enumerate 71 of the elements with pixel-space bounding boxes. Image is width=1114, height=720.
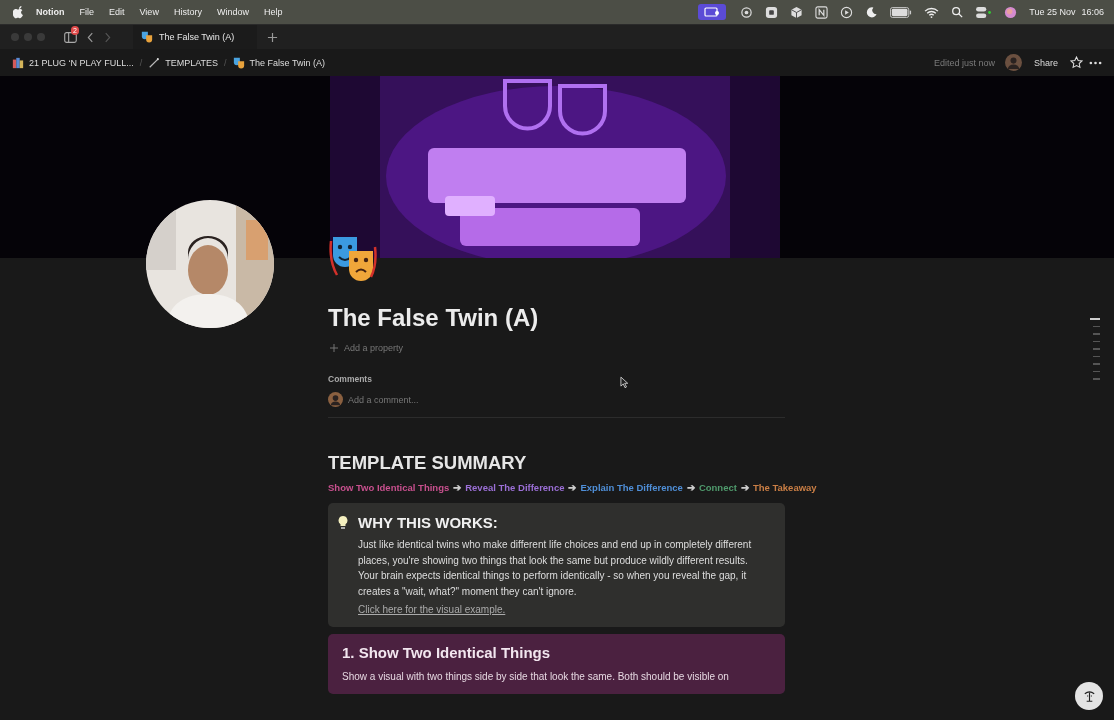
section-title: 1. Show Two Identical Things bbox=[342, 644, 552, 661]
outline-marker[interactable] bbox=[1093, 348, 1100, 350]
wifi-icon[interactable] bbox=[924, 6, 940, 18]
pointer-icon bbox=[620, 376, 629, 389]
wand-icon bbox=[148, 56, 161, 69]
menu-item[interactable]: Notion bbox=[36, 7, 65, 17]
menu-item[interactable]: Help bbox=[263, 7, 283, 17]
section-text: Show a visual with two things side by side that look the same. Both should be visible on bbox=[342, 670, 730, 684]
star-icon[interactable] bbox=[1070, 56, 1083, 69]
menu-bar-time[interactable]: 16:06 bbox=[1081, 7, 1104, 17]
avatar-icon[interactable] bbox=[1004, 54, 1022, 71]
lightbulb-icon bbox=[338, 515, 348, 530]
share-button[interactable]: Share bbox=[1027, 55, 1064, 70]
menu-item[interactable]: View bbox=[139, 7, 159, 17]
flower-icon[interactable] bbox=[740, 5, 754, 19]
arrow-separator: ➔ bbox=[686, 482, 695, 493]
outline-marker[interactable] bbox=[1093, 363, 1100, 365]
outline-marker[interactable] bbox=[1093, 333, 1100, 335]
outline-marker[interactable] bbox=[1093, 370, 1100, 372]
masks-icon bbox=[232, 56, 245, 69]
menu-item[interactable]: Edit bbox=[109, 7, 125, 17]
browser-tab[interactable]: The False Twin (A) bbox=[133, 25, 257, 49]
outline-marker[interactable] bbox=[1093, 378, 1100, 380]
step-link[interactable]: Explain The Difference bbox=[580, 482, 683, 493]
menu-item[interactable]: Window bbox=[216, 7, 249, 17]
step-link[interactable]: The Takeaway bbox=[752, 482, 817, 493]
avatar-icon bbox=[328, 392, 343, 407]
edited-status: Edited just now bbox=[933, 57, 995, 68]
callout-text: Just like identical twins who make different life choices and end up in completely different places, you're showing two things that look the same but produce wildly different results. Your brain expects identical things to perform identically - so when you reveal the gap, it creates a "wait, what?" moment they can't ignore. bbox=[358, 538, 753, 599]
step-link[interactable]: Connect bbox=[698, 482, 737, 493]
plus-icon bbox=[330, 344, 338, 352]
colorful-blocks-icon bbox=[12, 56, 24, 69]
moon-icon[interactable] bbox=[865, 5, 879, 19]
app-icon[interactable] bbox=[765, 5, 779, 19]
control-center-icon[interactable] bbox=[975, 5, 993, 19]
notion-icon[interactable] bbox=[815, 5, 829, 19]
breadcrumb-separator: / bbox=[139, 57, 143, 68]
section-heading: TEMPLATE SUMMARY bbox=[328, 452, 528, 474]
breadcrumb-separator: / bbox=[224, 57, 227, 68]
outline-marker[interactable] bbox=[1093, 325, 1100, 327]
breadcrumb[interactable]: The False Twin (A) bbox=[232, 56, 325, 69]
breadcrumb[interactable]: TEMPLATES bbox=[148, 56, 219, 69]
outline-marker[interactable] bbox=[1090, 318, 1100, 320]
page-title[interactable]: The False Twin (A) bbox=[328, 303, 785, 333]
apple-icon[interactable] bbox=[13, 5, 24, 19]
breadcrumb[interactable]: 21 PLUG ‘N PLAY FULL... bbox=[12, 56, 134, 69]
play-icon[interactable] bbox=[840, 5, 854, 19]
step-link[interactable]: Reveal The Difference bbox=[465, 482, 565, 493]
callout-heading: WHY THIS WORKS: bbox=[358, 514, 498, 531]
search-icon[interactable] bbox=[951, 6, 964, 18]
step-link[interactable]: Show Two Identical Things bbox=[328, 482, 450, 493]
cube-icon[interactable] bbox=[790, 5, 804, 19]
comments-label: Comments bbox=[328, 374, 372, 384]
visual-example-link[interactable]: Click here for the visual example. bbox=[358, 604, 506, 615]
menu-item[interactable]: File bbox=[79, 7, 94, 17]
comment-field[interactable]: Add a comment... bbox=[348, 394, 648, 405]
back-icon[interactable] bbox=[87, 31, 94, 43]
arrow-separator: ➔ bbox=[740, 482, 749, 493]
menu-bar-date[interactable]: Tue 25 Nov bbox=[1029, 7, 1076, 17]
new-tab-icon[interactable] bbox=[267, 31, 278, 43]
menu-item[interactable]: History bbox=[173, 7, 202, 17]
battery-icon[interactable] bbox=[890, 6, 913, 18]
add-property-button[interactable]: Add a property bbox=[328, 343, 785, 353]
outline-marker[interactable] bbox=[1093, 355, 1100, 357]
more-icon[interactable] bbox=[1089, 60, 1102, 65]
arrow-separator: ➔ bbox=[453, 482, 462, 493]
assistant-button[interactable] bbox=[1075, 682, 1103, 710]
screen-share-icon[interactable] bbox=[698, 4, 727, 20]
arrow-separator: ➔ bbox=[568, 482, 577, 493]
outline-marker[interactable] bbox=[1093, 340, 1100, 342]
masks-icon bbox=[141, 31, 153, 43]
